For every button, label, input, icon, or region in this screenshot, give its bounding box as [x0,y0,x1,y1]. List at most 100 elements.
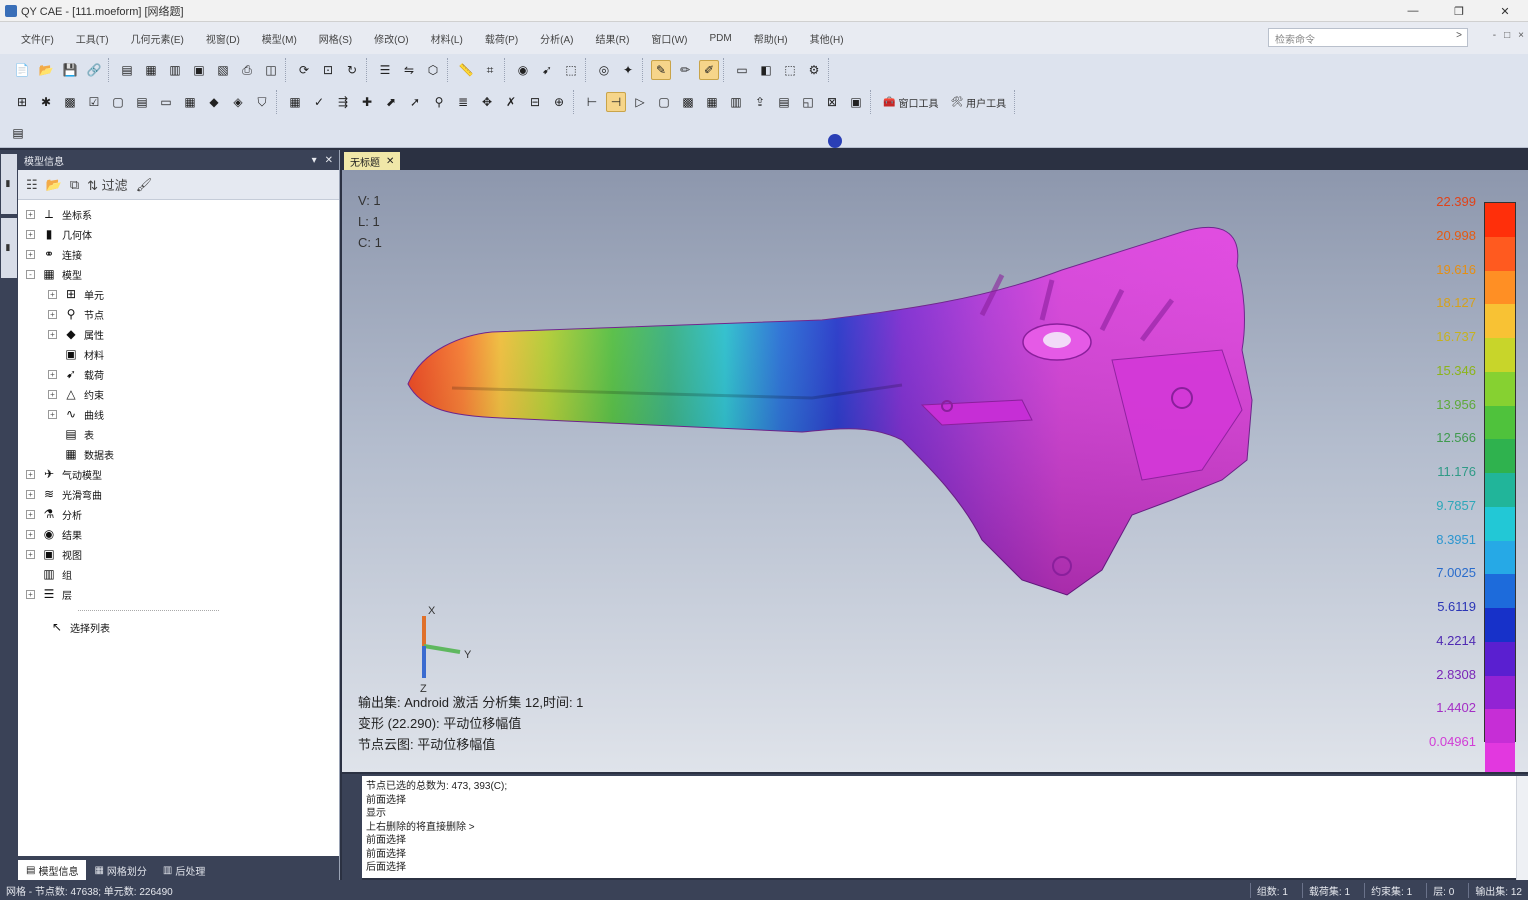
split-icon[interactable]: ⊟ [525,92,545,112]
pin-icon[interactable]: ⚲ [429,92,449,112]
menu-file[interactable]: 文件(F) [10,31,65,46]
element-icon[interactable]: ▩ [60,92,80,112]
contour-icon[interactable]: ⊢ [582,92,602,112]
tree-item[interactable]: ▣ 材料 [26,344,339,364]
grid-view-icon[interactable]: ▣ [846,92,866,112]
arrow-right-icon[interactable]: ➚ [405,92,425,112]
tree-expander-icon[interactable]: + [48,369,57,379]
tree-item[interactable]: + ∿ 曲线 [26,404,339,424]
panel-close-button[interactable]: ✕ [325,155,333,166]
pick-icon[interactable]: ✎ [651,60,671,80]
chart-icon[interactable]: ▧ [213,60,233,80]
zoom-box-icon[interactable]: ⬚ [561,60,581,80]
tree-item[interactable]: + ◉ 结果 [26,524,339,544]
material-icon[interactable]: ◆ [204,92,224,112]
search-go-icon[interactable]: > [1456,30,1462,41]
snapshot-icon[interactable]: ◱ [798,92,818,112]
tree-expander-icon[interactable]: + [48,309,57,319]
vector-icon[interactable]: ➹ [537,60,557,80]
camera-icon[interactable]: ◎ [594,60,614,80]
cross-icon[interactable]: ✗ [501,92,521,112]
panel-pin-button[interactable]: ▾ [312,155,317,166]
tab-meshing[interactable]: ▦ 网格划分 [86,860,154,880]
tree-item[interactable]: + ✈ 气动模型 [26,464,339,484]
highlight-icon[interactable]: ✦ [618,60,638,80]
tree-expander-icon[interactable]: + [26,589,35,599]
menu-geometry[interactable]: 几何元素(E) [120,31,195,46]
menu-window[interactable]: 窗口(W) [640,31,698,46]
mdi-restore-button[interactable]: □ [1504,30,1510,41]
document-tab[interactable]: 无标题 ✕ [344,152,401,170]
move-icon[interactable]: ✥ [477,92,497,112]
tree-item[interactable]: + ▮ 几何体 [26,224,339,244]
marker-icon[interactable]: ✐ [699,60,719,80]
menu-mesh[interactable]: 网格(S) [308,31,363,46]
tab-model-info[interactable]: ▤ 模型信息 [18,860,87,880]
link-icon[interactable]: ⇋ [399,60,419,80]
tree-item[interactable]: + ⊞ 单元 [26,284,339,304]
console-scrollbar[interactable] [1516,776,1528,880]
color-icon[interactable]: ◈ [228,92,248,112]
tree-item[interactable]: + ➹ 载荷 [26,364,339,384]
monitor-icon[interactable]: ▭ [156,92,176,112]
tree-expander-icon[interactable]: + [48,329,57,339]
table-icon[interactable]: ▥ [165,60,185,80]
tree-expander-icon[interactable]: + [26,209,35,219]
tree-item[interactable]: ▥ 组 [26,564,339,584]
blank-icon[interactable]: ▢ [654,92,674,112]
filter-icon[interactable]: ⛉ [252,92,272,112]
panel-brush-icon[interactable]: 🖌 [136,177,153,193]
tree-item[interactable]: ▦ 数据表 [26,444,339,464]
menu-modify[interactable]: 修改(O) [363,31,419,46]
deform-icon[interactable]: ⊣ [606,92,626,112]
table-view-icon[interactable]: ▦ [702,92,722,112]
tree-expander-icon[interactable]: + [26,509,35,519]
tree-expander-icon[interactable]: + [48,289,57,299]
menu-load[interactable]: 载荷(P) [474,31,529,46]
tree-item[interactable]: + ⚲ 节点 [26,304,339,324]
menu-analysis[interactable]: 分析(A) [529,31,584,46]
menu-material[interactable]: 材料(L) [420,31,474,46]
fit-icon[interactable]: ⊡ [318,60,338,80]
lock-icon[interactable]: ⊠ [822,92,842,112]
tree-item[interactable]: + ◆ 属性 [26,324,339,344]
dynamic-icon[interactable]: ◉ [513,60,533,80]
panel-filter-button[interactable]: ⇅ 过滤 [87,175,128,194]
tree-expander-icon[interactable]: + [26,549,35,559]
rotate-icon[interactable]: ↻ [342,60,362,80]
mdi-close-button[interactable]: × [1518,30,1524,41]
dock-tab-model[interactable]: ▮ [1,154,17,214]
layer-icon[interactable]: ▭ [732,60,752,80]
columns-icon[interactable]: ▥ [726,92,746,112]
tree-expander-icon[interactable]: + [26,529,35,539]
tree-item[interactable]: + ☰ 层 [26,584,339,604]
dock-tab-tools[interactable]: ▮ [1,218,17,278]
matrix-icon[interactable]: ▦ [180,92,200,112]
tree-expander-icon[interactable]: + [48,389,57,399]
tree-item[interactable]: + △ 约束 [26,384,339,404]
tab-postprocessing[interactable]: ▥ 后处理 [155,860,213,880]
menu-help[interactable]: 帮助(H) [743,31,799,46]
user-tools-button[interactable]: 🛠 用户工具 [946,92,1010,112]
menu-pdm[interactable]: PDM [699,33,743,44]
tree-item[interactable]: + ▣ 视图 [26,544,339,564]
menu-tools[interactable]: 工具(T) [65,31,120,46]
report-icon[interactable]: ▤ [774,92,794,112]
export-icon[interactable]: ⇪ [750,92,770,112]
check-icon[interactable]: ☑ [84,92,104,112]
ruler-icon[interactable]: 📏 [456,60,476,80]
tree-expander-icon[interactable]: + [26,489,35,499]
picture-icon[interactable]: ▣ [189,60,209,80]
arrow-up-icon[interactable]: ⬈ [381,92,401,112]
import-icon[interactable]: 🔗 [84,60,104,80]
new-file-icon[interactable]: 📄 [12,60,32,80]
tree-expander-icon[interactable]: - [26,269,35,279]
tree-item[interactable]: + ≋ 光滑弯曲 [26,484,339,504]
mesh-refine-icon[interactable]: ⇶ [333,92,353,112]
preview-icon[interactable]: ◫ [261,60,281,80]
quick-access-icon[interactable]: ▤ [8,123,28,143]
open-folder-icon[interactable]: 📂 [36,60,56,80]
tree-item[interactable]: + ⚭ 连接 [26,244,339,264]
menu-other[interactable]: 其他(H) [799,31,855,46]
merge-icon[interactable]: ⊕ [549,92,569,112]
